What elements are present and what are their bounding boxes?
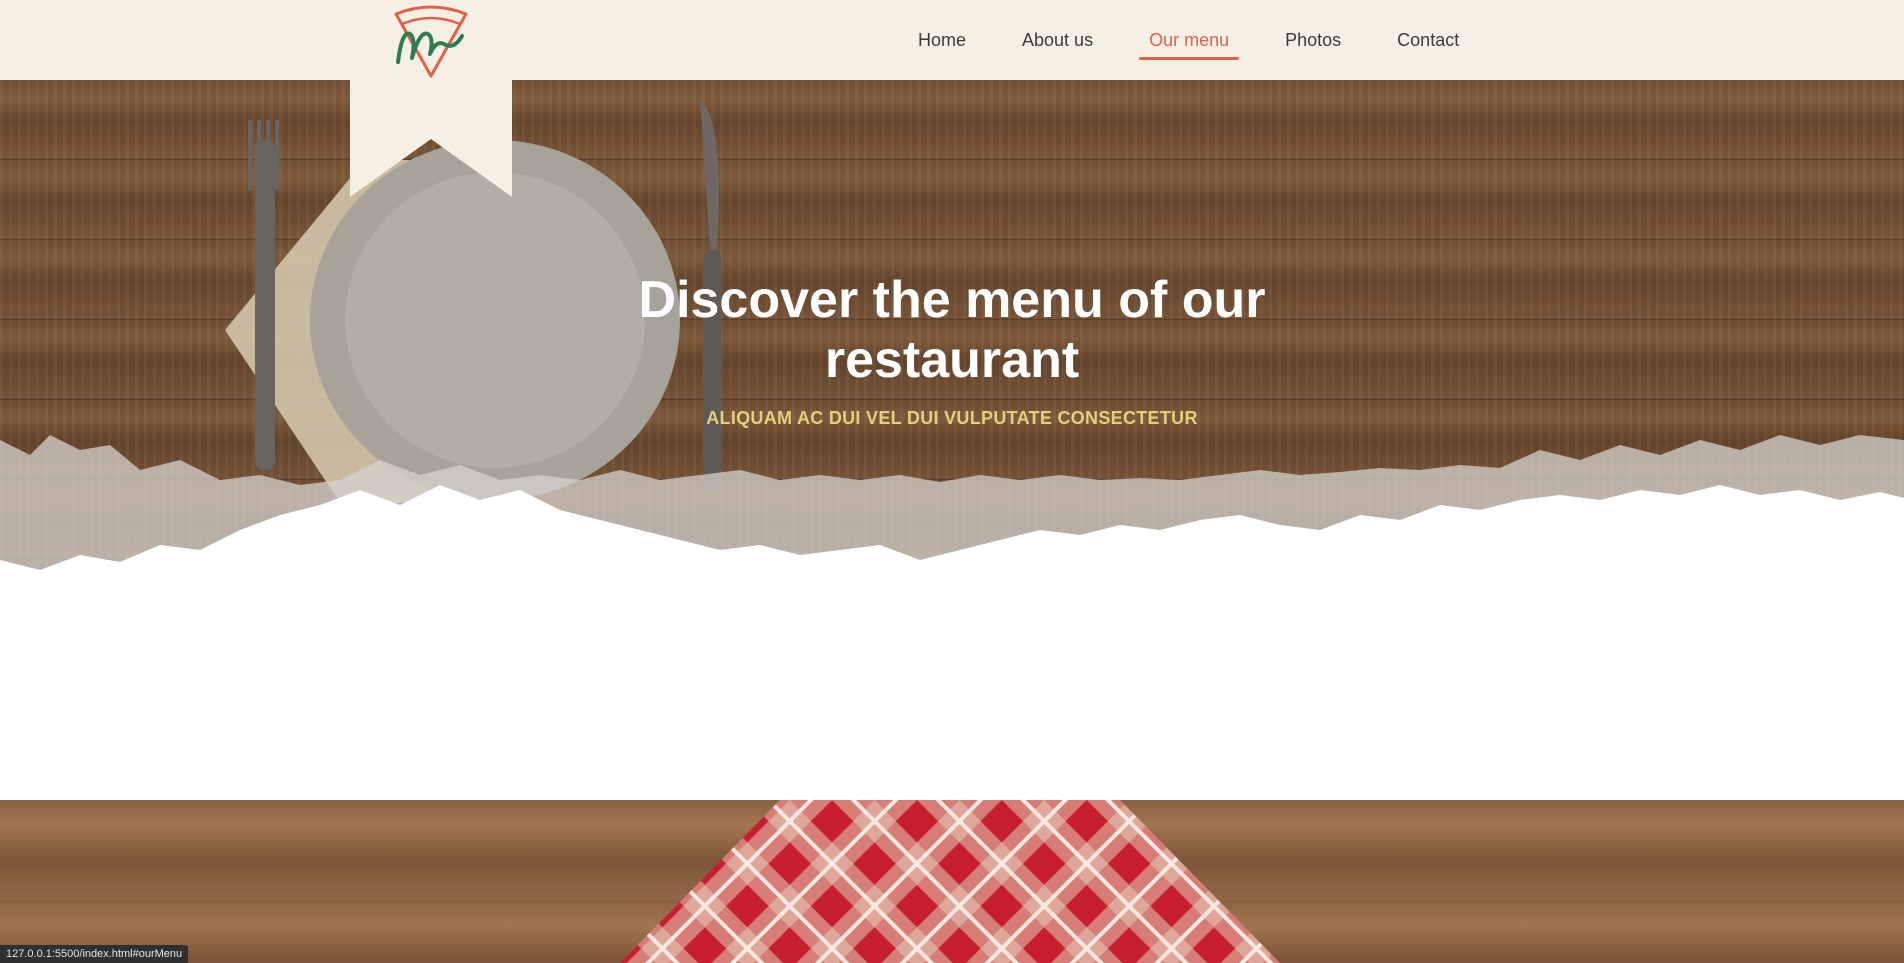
main-nav: Home About us Our menu Photos Contact xyxy=(890,0,1487,80)
browser-status-bar: 127.0.0.1:5500/index.html#ourMenu xyxy=(0,945,189,963)
nav-contact[interactable]: Contact xyxy=(1387,0,1469,80)
nav-about-us[interactable]: About us xyxy=(1012,0,1103,80)
nav-photos[interactable]: Photos xyxy=(1275,0,1351,80)
top-navbar: Home About us Our menu Photos Contact xyxy=(0,0,1904,80)
nav-our-menu[interactable]: Our menu xyxy=(1139,0,1240,80)
nav-home[interactable]: Home xyxy=(908,0,976,80)
menu-section-background xyxy=(0,800,1904,963)
checkered-tablecloth-image xyxy=(620,800,1280,963)
hero-title: Discover the menu of our restaurant xyxy=(638,271,1266,389)
content-whitespace xyxy=(0,600,1904,800)
logo-ribbon[interactable] xyxy=(350,0,512,197)
torn-paper-edge xyxy=(0,435,1904,620)
